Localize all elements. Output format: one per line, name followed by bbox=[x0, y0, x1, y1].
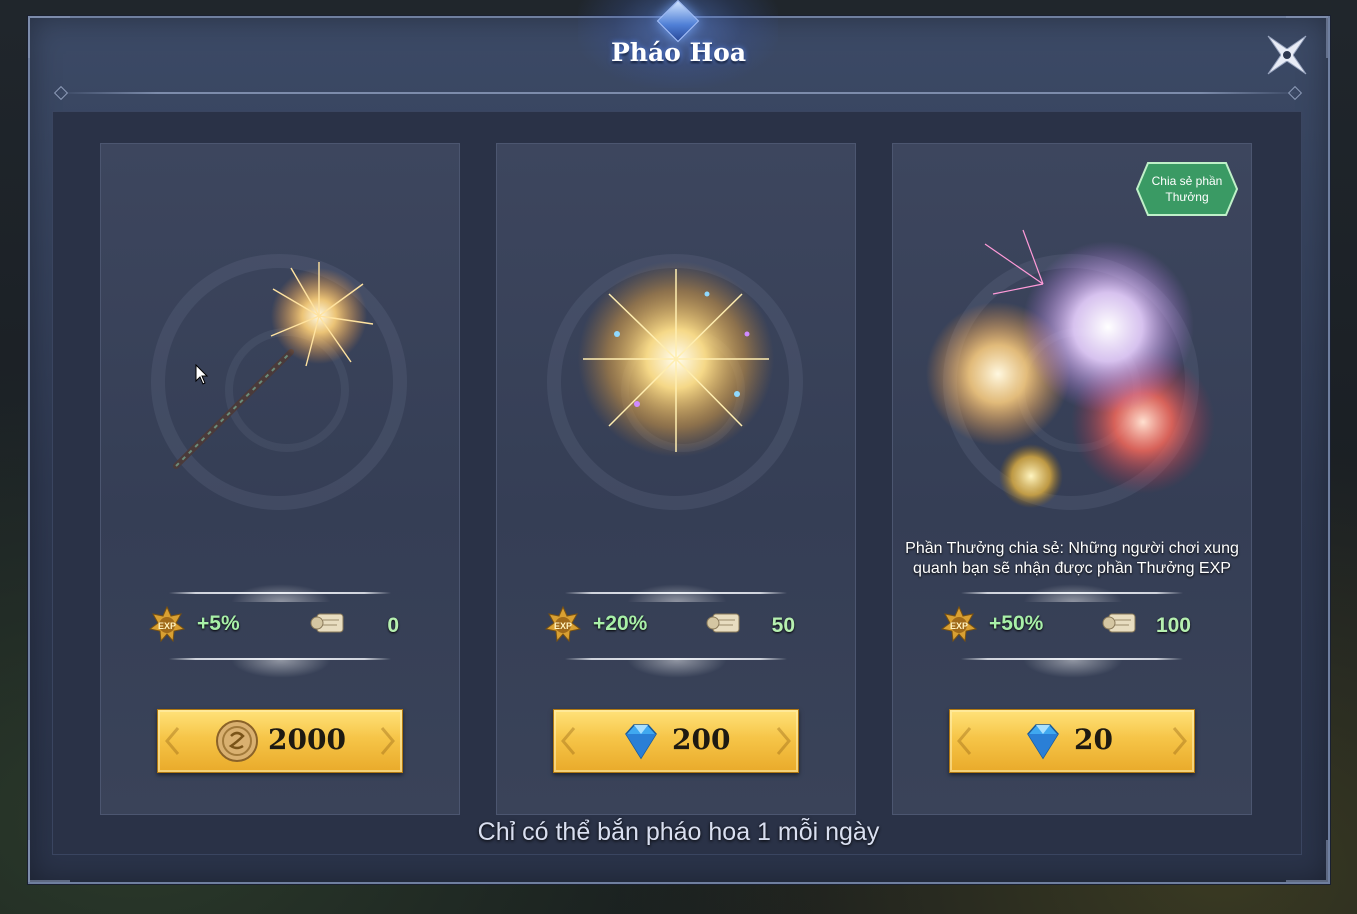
scroll-icon bbox=[310, 613, 344, 633]
close-x-icon bbox=[1267, 35, 1307, 75]
chevron-left-icon bbox=[165, 727, 180, 755]
scroll-icon bbox=[1102, 613, 1136, 633]
chevron-left-icon bbox=[957, 727, 972, 755]
firework-card-sparkler: EXP +5% 0 2000 bbox=[100, 143, 460, 815]
buy-cluster-button[interactable]: 20 bbox=[949, 709, 1195, 773]
title-divider bbox=[58, 92, 1300, 94]
buy-burst-button[interactable]: 200 bbox=[553, 709, 799, 773]
exp-bonus: +5% bbox=[197, 612, 240, 635]
chevron-right-icon bbox=[1172, 727, 1187, 755]
share-reward-badge: Chia sẻ phần Thưởng bbox=[1136, 162, 1238, 216]
exp-medal-icon: EXP bbox=[149, 606, 185, 642]
stat-divider bbox=[961, 592, 1183, 594]
stat-divider bbox=[565, 592, 787, 594]
chevron-right-icon bbox=[776, 727, 791, 755]
price-label: 2000 bbox=[268, 723, 346, 756]
scroll-count: 50 bbox=[771, 614, 795, 637]
dialog-title: Pháo Hoa bbox=[610, 38, 747, 67]
exp-bonus: +20% bbox=[593, 612, 648, 635]
daily-limit-note: Chỉ có thể bắn pháo hoa 1 mỗi ngày bbox=[477, 818, 880, 846]
close-button[interactable] bbox=[1262, 30, 1312, 80]
firework-card-burst: EXP +20% 50 200 bbox=[496, 143, 856, 815]
share-badge-label: Chia sẻ phần Thưởng bbox=[1151, 174, 1223, 204]
svg-text:EXP: EXP bbox=[950, 621, 968, 631]
card-stats: EXP +50% 100 bbox=[941, 584, 1193, 678]
scroll-count: 0 bbox=[387, 614, 399, 637]
mouse-cursor-icon bbox=[195, 364, 209, 385]
diamond-icon bbox=[625, 724, 657, 760]
buy-sparkler-button[interactable]: 2000 bbox=[157, 709, 403, 773]
chevron-right-icon bbox=[380, 727, 395, 755]
scroll-count: 100 bbox=[1155, 614, 1191, 637]
sparkler-icon bbox=[173, 262, 374, 469]
firework-burst-icon bbox=[578, 261, 774, 457]
chevron-left-icon bbox=[561, 727, 576, 755]
price-label: 20 bbox=[1074, 723, 1113, 756]
exp-medal-icon: EXP bbox=[941, 606, 977, 642]
gold-coin-icon bbox=[216, 720, 258, 762]
diamond-icon bbox=[1027, 724, 1059, 760]
stat-divider bbox=[169, 592, 391, 594]
exp-bonus: +50% bbox=[989, 612, 1044, 635]
card-stats: EXP +20% 50 bbox=[545, 584, 797, 678]
svg-text:EXP: EXP bbox=[554, 621, 572, 631]
price-label: 200 bbox=[672, 723, 731, 756]
share-reward-description: Phần Thưởng chia sẻ: Những người chơi xu… bbox=[905, 540, 1239, 577]
exp-medal-icon: EXP bbox=[545, 606, 581, 642]
card-stats: EXP +5% 0 bbox=[149, 584, 401, 678]
svg-text:EXP: EXP bbox=[158, 621, 176, 631]
scroll-icon bbox=[706, 613, 740, 633]
firework-card-cluster: Chia sẻ phần Thưởng Phần Thưởng chia sẻ:… bbox=[892, 143, 1252, 815]
